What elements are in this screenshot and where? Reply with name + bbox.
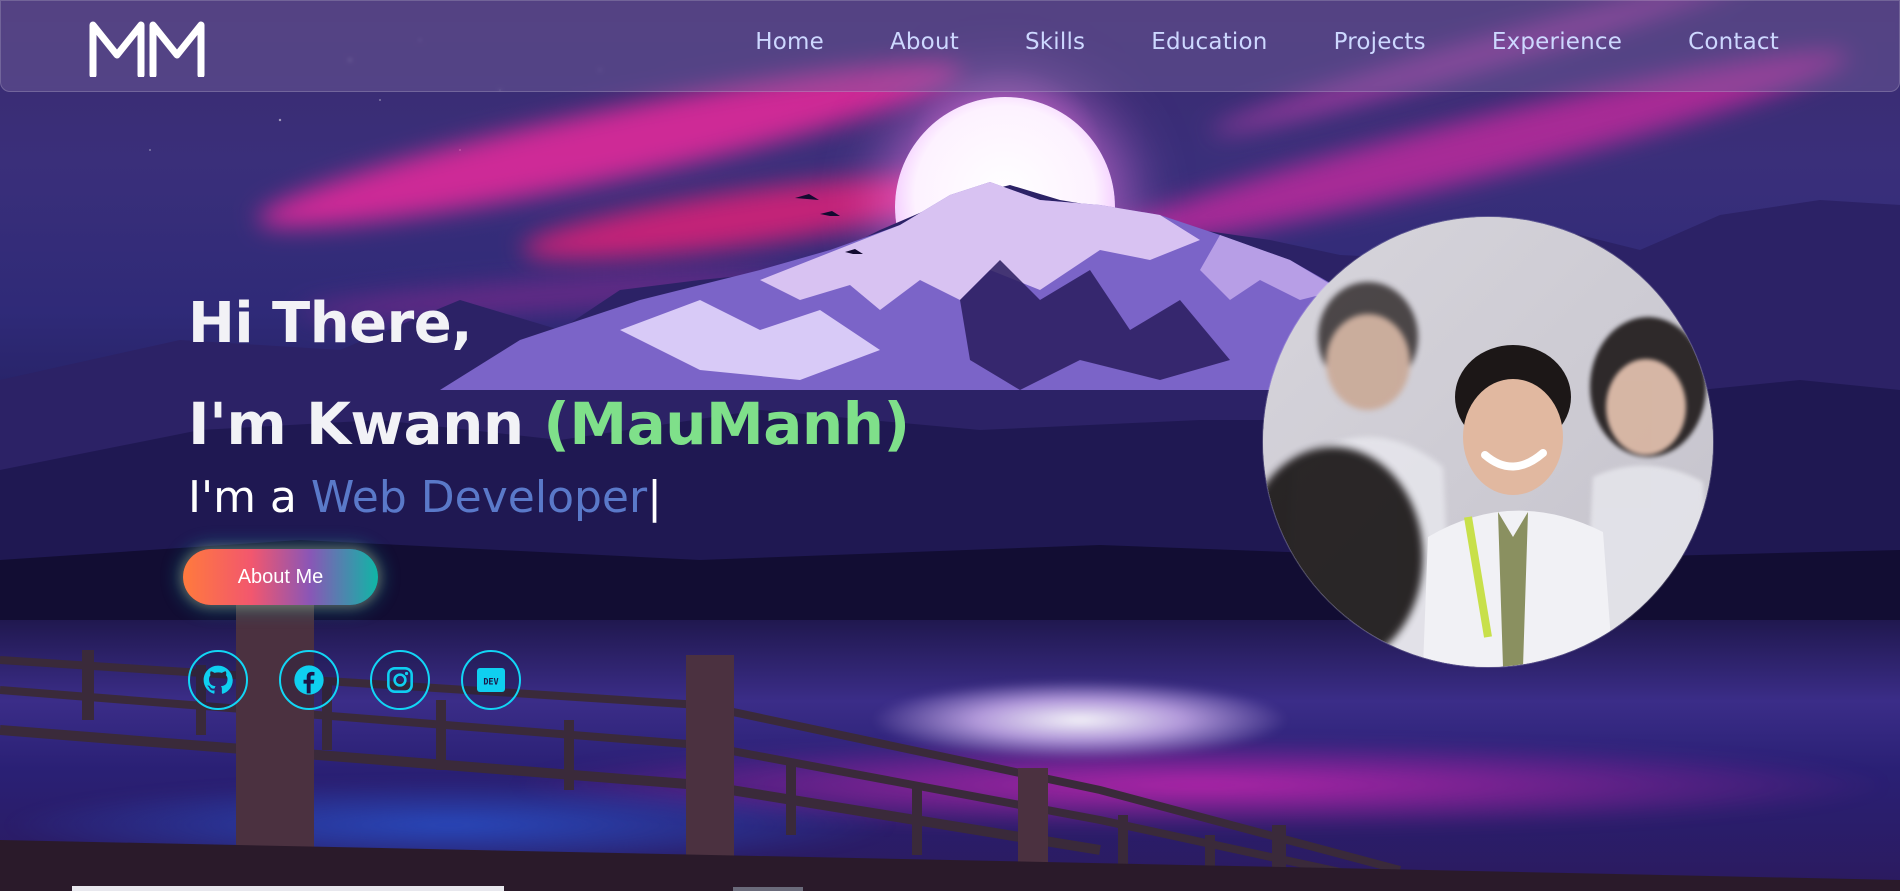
nav-education[interactable]: Education	[1151, 29, 1267, 55]
instagram-icon	[387, 667, 413, 693]
alias-text: (MauManh)	[543, 390, 910, 458]
nav-projects[interactable]: Projects	[1334, 29, 1426, 55]
main-nav: Home About Skills Education Projects Exp…	[689, 29, 1779, 55]
dev-icon: DEV	[477, 668, 505, 692]
github-link[interactable]	[188, 650, 248, 710]
hero-intro: Hi There, I'm Kwann (MauManh) I'm a Web …	[188, 291, 910, 524]
role-text: Web Developer	[310, 472, 648, 523]
nav-about[interactable]: About	[890, 29, 959, 55]
dev-link[interactable]: DEV	[461, 650, 521, 710]
nav-contact[interactable]: Contact	[1688, 29, 1779, 55]
nav-skills[interactable]: Skills	[1025, 29, 1085, 55]
about-me-button[interactable]: About Me	[183, 549, 378, 605]
navbar: Home About Skills Education Projects Exp…	[0, 0, 1900, 92]
facebook-link[interactable]	[279, 650, 339, 710]
typed-role: I'm a Web Developer|	[188, 472, 662, 523]
nav-home[interactable]: Home	[755, 29, 824, 55]
name-text: I'm Kwann	[188, 390, 544, 458]
dev-icon-text: DEV	[483, 678, 498, 688]
name-heading: I'm Kwann (MauManh)	[188, 390, 910, 458]
instagram-link[interactable]	[370, 650, 430, 710]
logo[interactable]	[89, 21, 205, 77]
role-prefix: I'm a	[188, 472, 311, 523]
scroll-indicator	[72, 886, 504, 891]
nav-experience[interactable]: Experience	[1492, 29, 1622, 55]
profile-photo-image	[1263, 217, 1713, 667]
github-icon	[203, 665, 233, 694]
scroll-indicator	[733, 887, 803, 891]
facebook-icon	[294, 665, 324, 695]
typing-caret: |	[647, 472, 662, 523]
greeting: Hi There,	[188, 291, 472, 356]
social-links: DEV	[188, 650, 552, 710]
profile-photo	[1263, 217, 1713, 667]
